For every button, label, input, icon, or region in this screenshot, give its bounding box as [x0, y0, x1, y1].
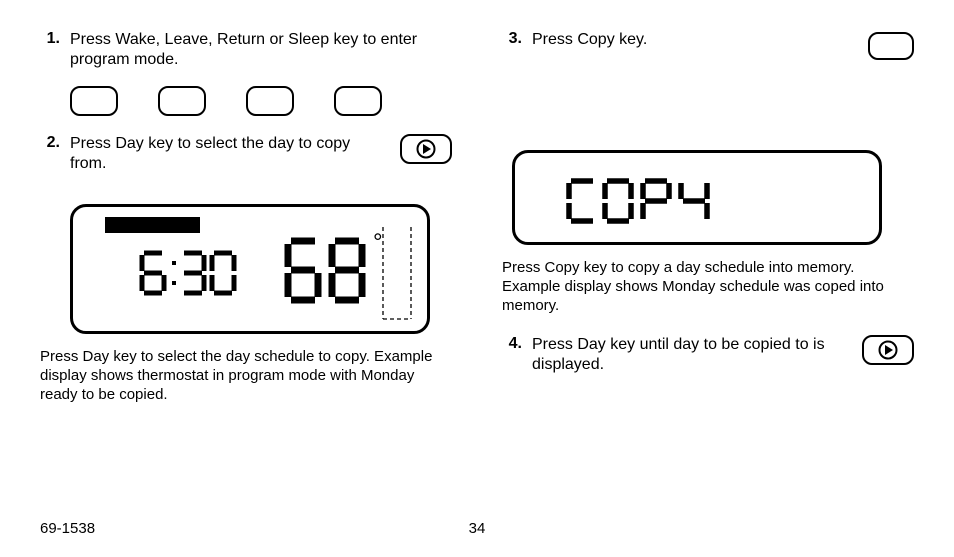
- step-2-text: Press Day key to select the day to copy …: [70, 134, 382, 174]
- copy-key-icon: [868, 32, 914, 60]
- step-4: 4. Press Day key until day to be copied …: [502, 335, 844, 375]
- step-2-number: 2.: [40, 134, 70, 174]
- day-key-icon: [400, 134, 452, 164]
- step-4-number: 4.: [502, 335, 532, 375]
- right-column: 3. Press Copy key.: [502, 30, 914, 424]
- leave-key-icon: [158, 86, 206, 116]
- page-footer: 69-1538 34: [0, 520, 954, 537]
- lcd-time: [138, 249, 248, 302]
- period-keys: [70, 86, 452, 116]
- doc-number: 69-1538: [40, 520, 95, 537]
- dashed-annotation: [381, 227, 415, 323]
- step-3-text: Press Copy key.: [532, 30, 647, 50]
- step-1: 1. Press Wake, Leave, Return or Sleep ke…: [40, 30, 452, 70]
- caption-1: Press Day key to select the day schedule…: [40, 348, 452, 404]
- step-2: 2. Press Day key to select the day to co…: [40, 134, 382, 174]
- sleep-key-icon: [334, 86, 382, 116]
- lcd-display-2: [512, 150, 882, 245]
- caption-2: Press Copy key to copy a day schedule in…: [502, 259, 914, 315]
- lcd-copy-text: [565, 177, 745, 230]
- wake-key-icon: [70, 86, 118, 116]
- step-1-number: 1.: [40, 30, 70, 70]
- return-key-icon: [246, 86, 294, 116]
- play-circle-icon: [878, 340, 898, 360]
- lcd-display-1: °: [70, 204, 430, 334]
- play-circle-icon: [416, 139, 436, 159]
- day-key-icon-2: [862, 335, 914, 365]
- left-column: 1. Press Wake, Leave, Return or Sleep ke…: [40, 30, 452, 424]
- day-indicator-bar: [105, 217, 200, 233]
- step-3-number: 3.: [502, 30, 532, 50]
- step-3: 3. Press Copy key.: [502, 30, 647, 50]
- step-1-text: Press Wake, Leave, Return or Sleep key t…: [70, 30, 452, 70]
- step-4-text: Press Day key until day to be copied to …: [532, 335, 844, 375]
- lcd-temp: [283, 235, 373, 312]
- page-number: 34: [469, 520, 486, 537]
